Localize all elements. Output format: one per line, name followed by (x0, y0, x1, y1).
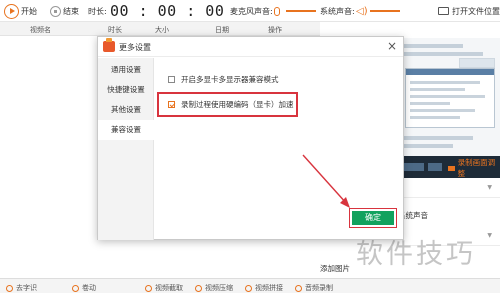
dialog-sidebar: 通用设置 快捷键设置 其他设置 兼容设置 (98, 58, 154, 240)
chevron-down-icon: ▼ (487, 232, 492, 239)
folder-icon (438, 7, 449, 15)
bottom-toolbar: 去字识 卷动 视频截取 视频压缩 视频拼接 音频录制 (0, 278, 500, 293)
tool-icon (195, 284, 202, 292)
dialog-title: 更多设置 (119, 43, 151, 52)
screen-preview (398, 38, 500, 156)
tool-icon (295, 284, 302, 292)
column-actions: 操作 (268, 26, 282, 34)
column-size: 大小 (155, 26, 169, 34)
tool-icon (6, 284, 13, 292)
sidebar-item-compatibility[interactable]: 兼容设置 (98, 120, 154, 140)
system-volume-slider[interactable] (370, 10, 400, 12)
microphone-icon[interactable] (274, 6, 280, 16)
open-folder-label: 打开文件位置 (452, 6, 500, 16)
bottom-item-1[interactable]: 去字识 (6, 283, 37, 293)
top-toolbar: 开始 结束 时长: 00 : 00 : 00 麦克风声音: 系统声音: ◁) 打… (0, 0, 500, 22)
column-duration: 时长 (108, 26, 122, 34)
checkbox-icon[interactable] (168, 76, 175, 83)
open-folder-button[interactable]: 打开文件位置 (438, 0, 500, 22)
speaker-icon[interactable]: ◁) (356, 6, 368, 17)
bottom-item-2[interactable]: 卷动 (72, 283, 96, 293)
column-date: 日期 (215, 26, 229, 34)
adjust-record-area-button[interactable]: 录制画面调整 (398, 158, 500, 178)
dialog-title-bar: 更多设置 × (98, 37, 403, 57)
bottom-item-6[interactable]: 音频录制 (295, 283, 333, 293)
settings-row-1[interactable]: ▼ (398, 178, 500, 198)
recording-timer: 00 : 00 : 00 (110, 2, 225, 20)
bottom-item-5[interactable]: 视频拼接 (245, 283, 283, 293)
confirm-button[interactable]: 确定 (349, 208, 397, 228)
bottom-item-4[interactable]: 视频压缩 (195, 283, 233, 293)
record-stop-icon (50, 5, 61, 17)
sidebar-item-other[interactable]: 其他设置 (98, 100, 154, 120)
tool-icon (245, 284, 252, 292)
system-sound-label: 系统声音: (320, 6, 355, 16)
adjust-record-area-label: 录制画面调整 (457, 158, 496, 178)
sidebar-item-general[interactable]: 通用设置 (98, 60, 154, 80)
camera-icon (448, 165, 455, 171)
mic-volume-slider[interactable] (286, 10, 316, 12)
add-image-button[interactable]: 添加图片 (320, 263, 350, 274)
stop-record-button[interactable]: 结束 (50, 0, 79, 22)
stop-label: 结束 (63, 6, 79, 16)
app-logo-icon (103, 38, 115, 52)
start-record-button[interactable]: 开始 (4, 0, 37, 22)
highlight-box (157, 92, 298, 117)
tool-icon (72, 284, 79, 292)
mic-volume-label: 麦克风声音: (230, 6, 273, 16)
bottom-item-3[interactable]: 视频截取 (145, 283, 183, 293)
tool-icon (145, 284, 152, 292)
column-name: 视频名 (30, 26, 51, 34)
sidebar-item-hotkeys[interactable]: 快捷键设置 (98, 80, 154, 100)
start-label: 开始 (21, 6, 37, 16)
multi-gpu-option[interactable]: 开启多显卡多显示器兼容模式 (168, 74, 279, 85)
duration-label: 时长: (88, 6, 107, 16)
multi-gpu-option-label: 开启多显卡多显示器兼容模式 (181, 75, 279, 84)
record-start-icon (4, 3, 19, 19)
close-icon[interactable]: × (387, 39, 397, 53)
file-list-header: 视频名 时长 大小 日期 操作 (0, 22, 320, 36)
